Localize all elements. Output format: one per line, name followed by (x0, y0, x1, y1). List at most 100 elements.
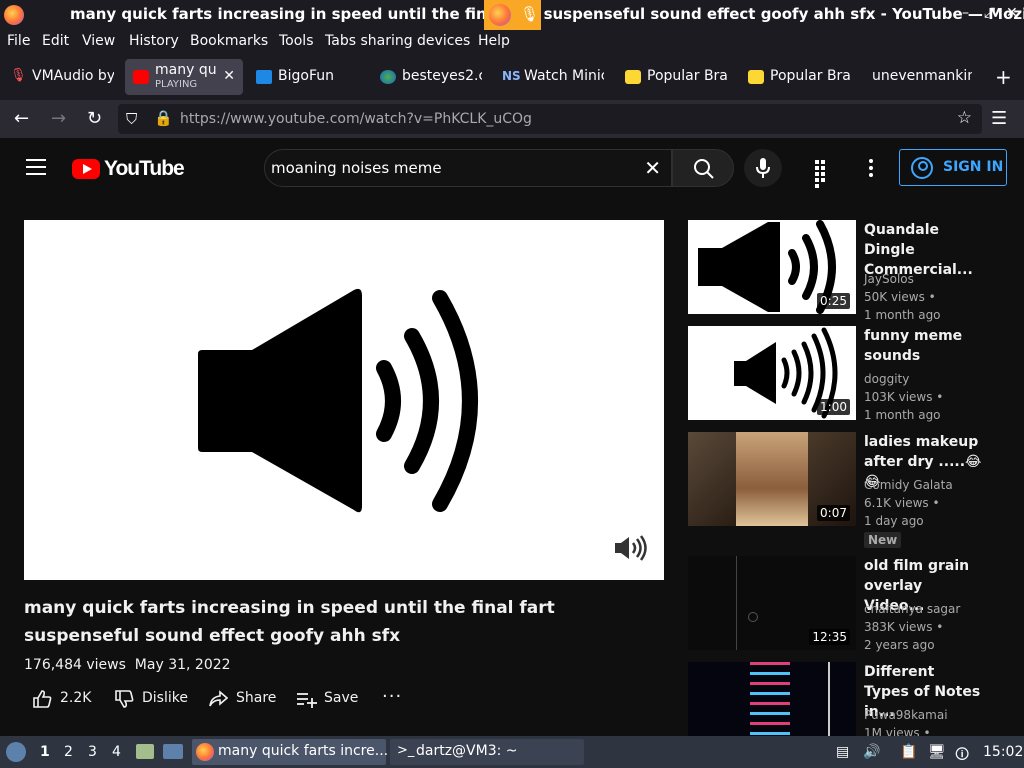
dislike-button[interactable]: Dislike (114, 686, 194, 712)
new-tab-button[interactable]: + (995, 65, 1012, 89)
like-count: 2.2K (60, 690, 92, 706)
more-options-icon[interactable] (869, 159, 873, 180)
hamburger-menu-icon[interactable] (26, 159, 46, 175)
menu-bookmarks[interactable]: Bookmarks (190, 33, 268, 49)
tab-youtube-active[interactable]: many quick PLAYING ✕ (125, 59, 243, 95)
menu-tabs-sharing[interactable]: Tabs sharing devices (325, 33, 470, 49)
search-input[interactable]: moaning noises meme ✕ (264, 149, 672, 187)
channel-name[interactable]: Puwa98kamai (864, 708, 948, 722)
tab-unevenmankind[interactable]: unevenmankin (842, 59, 982, 95)
new-badge: New (864, 532, 902, 548)
workspace-1[interactable]: 1 (40, 744, 50, 760)
more-actions-button[interactable]: ··· (382, 686, 402, 712)
smiley-icon (625, 70, 641, 84)
file-manager-icon[interactable] (136, 744, 154, 759)
save-button[interactable]: Save (296, 686, 360, 712)
volume-icon[interactable] (613, 534, 649, 562)
video-player[interactable] (24, 220, 664, 580)
channel-name[interactable]: JaySolos (864, 272, 914, 286)
navigation-bar: ← → ↻ ⛉ 🔒 https://www.youtube.com/watch?… (0, 100, 1024, 138)
tab-label: Popular Bra (647, 68, 727, 84)
sharing-indicator[interactable]: 🎙 (484, 0, 541, 30)
save-label: Save (324, 690, 359, 706)
taskbar-window-terminal[interactable]: >_ dartz@VM3: ~ (390, 739, 584, 765)
app-menu-icon[interactable]: ☰ (991, 108, 1007, 129)
tab-bigofun[interactable]: BigoFun (248, 59, 366, 95)
window-titlebar: many quick farts increasing in speed unt… (0, 0, 1024, 30)
upload-date: May 31, 2022 (134, 657, 231, 673)
workspace-3[interactable]: 3 (88, 744, 97, 760)
tab-popular-1[interactable]: Popular Bra (617, 59, 735, 95)
clipboard-icon[interactable]: 📋 (900, 744, 917, 760)
close-window-button[interactable]: ✕ (1006, 5, 1018, 21)
tab-popular-2[interactable]: Popular Bra (740, 59, 858, 95)
back-icon[interactable]: ← (14, 108, 29, 129)
menu-view[interactable]: View (82, 33, 115, 49)
volume-tray-icon[interactable]: 🔊 (863, 744, 880, 760)
menu-history[interactable]: History (129, 33, 179, 49)
playlist-add-icon (297, 693, 317, 708)
menu-edit[interactable]: Edit (42, 33, 69, 49)
channel-name[interactable]: chaitanya sagar (864, 602, 960, 616)
upload-age: 1 month ago (864, 408, 941, 422)
microphone-icon: 🎙 (520, 5, 540, 23)
bookmark-star-icon[interactable]: ☆ (957, 108, 972, 128)
recommendation-title[interactable]: funny meme sounds (864, 326, 984, 366)
forward-icon[interactable]: → (51, 108, 66, 129)
tab-playing-status: PLAYING (155, 79, 198, 90)
video-thumbnail[interactable]: 0:25 (688, 220, 856, 314)
search-button[interactable] (672, 149, 734, 187)
reload-icon[interactable]: ↻ (87, 108, 102, 129)
desktop-icon[interactable] (163, 744, 183, 759)
globe-icon (380, 70, 396, 84)
menu-tools[interactable]: Tools (279, 33, 314, 49)
film-grain-dot (748, 612, 758, 622)
video-thumbnail[interactable]: 1:00 (688, 326, 856, 420)
tab-besteyes[interactable]: besteyes2.c (372, 59, 490, 95)
url-bar[interactable]: ⛉ 🔒 https://www.youtube.com/watch?v=PhKC… (118, 104, 982, 134)
recommendation-item[interactable]: 0:25 Quandale Dingle Commercial... JaySo… (688, 220, 988, 322)
menu-file[interactable]: File (7, 33, 30, 49)
film-grain-line (736, 556, 737, 650)
minimize-button[interactable]: – (962, 5, 969, 21)
tab-watch[interactable]: NS Watch Minic (494, 59, 612, 95)
taskbar-window-firefox[interactable]: many quick farts incre... (192, 739, 388, 765)
view-count: 50K views • (864, 290, 936, 304)
maximize-button[interactable]: ⤢ (984, 5, 995, 21)
sign-in-button[interactable]: SIGN IN (899, 149, 1007, 186)
view-count: 1M views • (864, 726, 931, 736)
update-icon[interactable]: ▤ (836, 744, 849, 760)
voice-search-button[interactable] (744, 149, 782, 187)
url-text[interactable]: https://www.youtube.com/watch?v=PhKCLK_u… (180, 111, 532, 127)
recommendation-item[interactable]: 12:35 old film grain overlay Video... ch… (688, 556, 988, 656)
upload-age: 1 month ago (864, 308, 941, 322)
lock-icon[interactable]: 🔒 (154, 109, 173, 127)
recommendation-item[interactable]: 0:07 ladies makeup after dry .....😂😂 Com… (688, 432, 988, 550)
notes-column (750, 662, 790, 736)
channel-name[interactable]: doggity (864, 372, 909, 386)
video-thumbnail[interactable]: 12:35 (688, 556, 856, 650)
recommendation-title[interactable]: Quandale Dingle Commercial... (864, 220, 984, 280)
channel-name[interactable]: Comidy Galata (864, 478, 953, 492)
tab-vmaudio[interactable]: 🎙 VMAudio by (2, 59, 120, 95)
workspace-4[interactable]: 4 (112, 744, 121, 760)
start-menu-icon[interactable] (6, 742, 26, 762)
menu-help[interactable]: Help (478, 33, 510, 49)
url-path: /watch?v=PhKCLK_uCOg (359, 111, 532, 127)
notification-icon[interactable]: 🛈 (955, 744, 969, 768)
workspace-2[interactable]: 2 (64, 744, 73, 760)
menu-bar: File Edit View History Bookmarks Tools T… (0, 30, 1024, 54)
speaker-icon (198, 288, 478, 513)
video-thumbnail[interactable]: 0:07 (688, 432, 856, 526)
network-icon[interactable]: 🖥 (928, 744, 946, 760)
clear-search-icon[interactable]: ✕ (644, 156, 661, 180)
video-thumbnail[interactable] (688, 662, 856, 736)
shield-icon[interactable]: ⛉ (126, 110, 137, 128)
recommendation-item[interactable]: 1:00 funny meme sounds doggity 103K view… (688, 326, 988, 426)
recommendation-item[interactable]: Different Types of Notes in... Puwa98kam… (688, 662, 988, 736)
share-button[interactable]: Share (208, 686, 278, 712)
close-tab-icon[interactable]: ✕ (223, 68, 235, 84)
thumbs-down-icon (115, 690, 134, 708)
apps-grid-icon[interactable] (815, 160, 831, 188)
like-button[interactable]: 2.2K (32, 686, 102, 712)
